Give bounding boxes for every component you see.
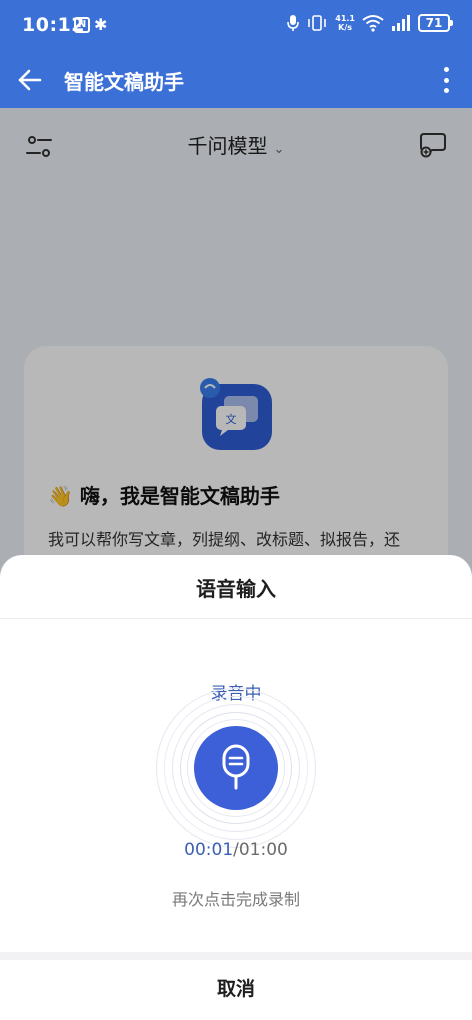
network-speed-value: 41.1 — [335, 14, 355, 23]
mic-area — [156, 688, 316, 848]
status-left-icons: N ✱ — [74, 15, 107, 34]
app-bar: 智能文稿助手 — [0, 52, 472, 108]
sheet-title: 语音输入 — [196, 577, 276, 601]
wifi-icon — [362, 15, 384, 32]
bluetooth-icon: ✱ — [94, 15, 108, 34]
network-speed: 41.1 K/s — [335, 14, 355, 32]
timer-total: /01:00 — [233, 840, 288, 860]
section-gap — [0, 952, 472, 960]
more-menu-button[interactable] — [438, 64, 454, 96]
cancel-button[interactable]: 取消 — [0, 960, 472, 1020]
voice-input-sheet: 语音输入 录音中 00:01/01:00 再次点击完成录制 取消 — [0, 555, 472, 1020]
timer-elapsed: 00:01 — [184, 840, 234, 860]
microphone-status-icon — [287, 15, 300, 31]
network-speed-unit: K/s — [338, 23, 353, 32]
battery-icon: 71 — [418, 14, 453, 32]
divider — [0, 618, 472, 619]
more-vertical-icon — [443, 67, 449, 72]
status-right-icons: 41.1 K/s 71 — [287, 14, 453, 32]
recording-timer: 00:01/01:00 — [0, 840, 472, 860]
recording-hint: 再次点击完成录制 — [171, 890, 300, 909]
page-title: 智能文稿助手 — [64, 70, 184, 94]
microphone-icon — [222, 744, 250, 790]
back-button[interactable] — [14, 64, 46, 96]
status-bar: 10:12 N ✱ 41.1 K/s 71 — [0, 0, 472, 52]
nfc-icon: N — [74, 16, 90, 33]
signal-icon — [392, 15, 410, 31]
arrow-left-icon — [18, 69, 42, 91]
record-button[interactable] — [194, 726, 278, 810]
vibrate-icon — [308, 15, 327, 31]
